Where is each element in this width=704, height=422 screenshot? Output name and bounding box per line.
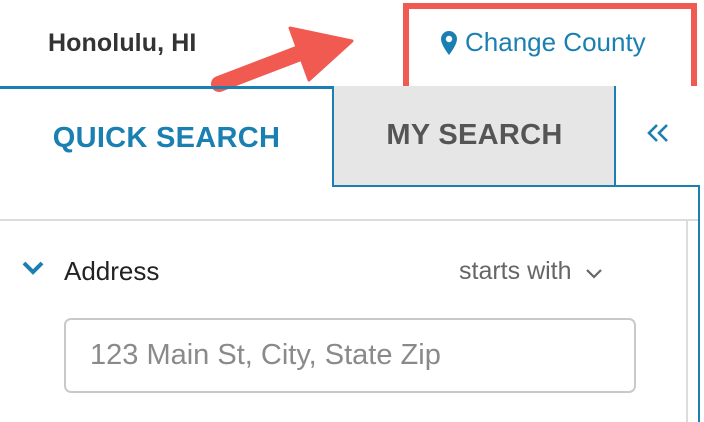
address-field-label: Address: [64, 256, 160, 286]
change-county-label: Change County: [465, 27, 646, 57]
address-match-mode-select[interactable]: starts with: [459, 257, 602, 286]
double-chevron-left-icon: [647, 124, 669, 147]
county-location-label: Honolulu, HI: [48, 29, 197, 57]
chevron-down-icon[interactable]: [22, 261, 44, 280]
tab-quick-search[interactable]: QUICK SEARCH: [0, 89, 333, 187]
map-marker-icon: [441, 30, 457, 55]
content-right-border: [686, 221, 688, 422]
tab-my-search[interactable]: MY SEARCH: [332, 86, 615, 187]
chevron-down-icon: [585, 257, 602, 286]
address-input[interactable]: [64, 318, 636, 393]
change-county-link[interactable]: Change County: [441, 27, 646, 58]
section-divider: [0, 219, 698, 221]
match-mode-value: starts with: [459, 257, 572, 285]
collapse-panel-button[interactable]: [614, 86, 700, 187]
